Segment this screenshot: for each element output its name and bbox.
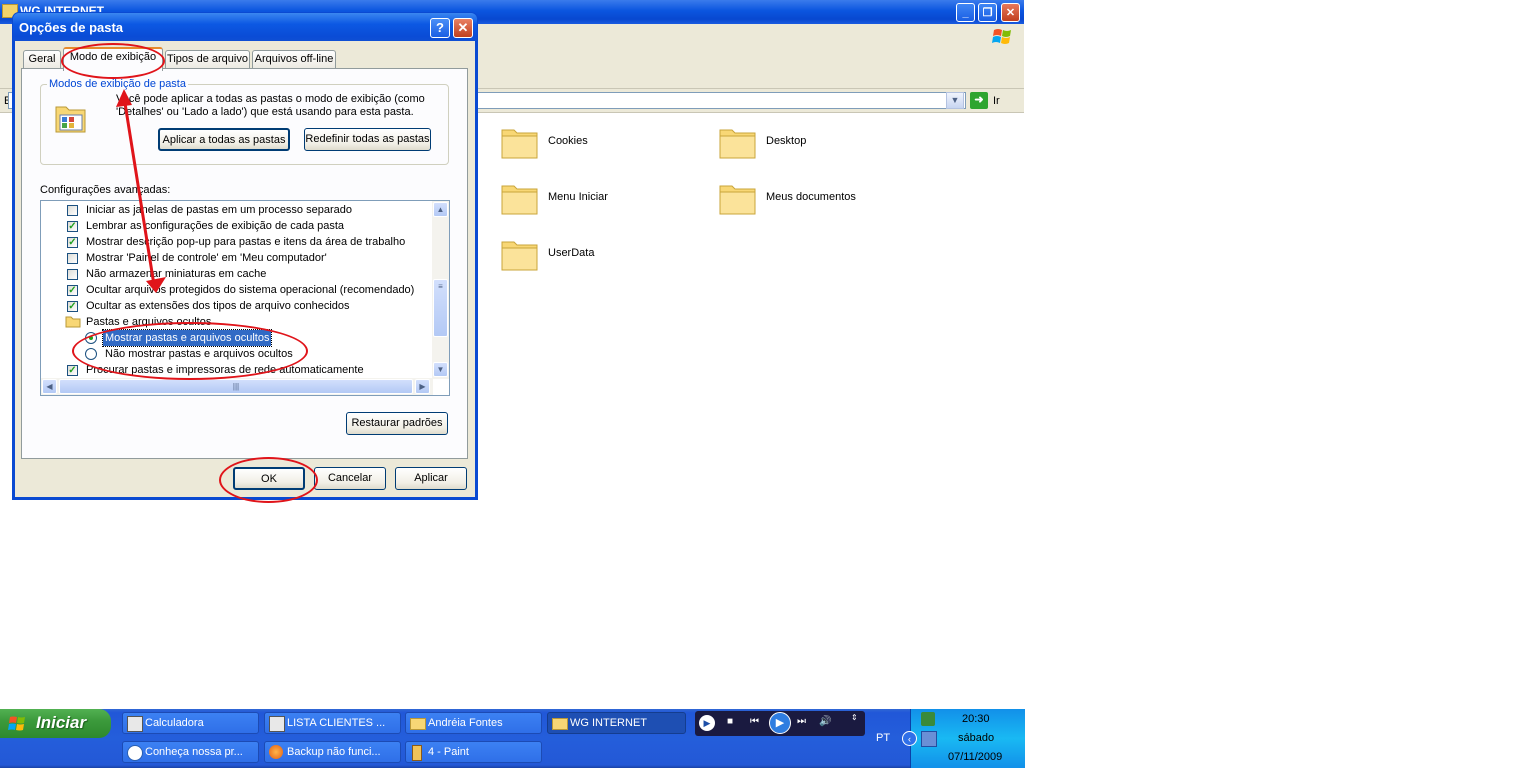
tab-tipos-arquivo[interactable]: Tipos de arquivo — [165, 50, 250, 68]
folder-label[interactable]: Cookies — [548, 135, 588, 147]
tab-arquivos-offline[interactable]: Arquivos off-line — [252, 50, 336, 68]
list-item-label: Ocultar as extensões dos tipos de arquiv… — [86, 300, 350, 312]
taskbar-button-label: WG INTERNET — [570, 717, 647, 729]
taskbar-button-lista[interactable]: LISTA CLIENTES ... — [264, 712, 401, 734]
clock-time[interactable]: 20:30 — [962, 713, 990, 725]
scroll-thumb[interactable]: ≡ — [433, 279, 448, 337]
annotation-arrow-icon — [116, 89, 166, 293]
media-logo-icon[interactable]: ▶ — [699, 715, 715, 731]
network-icon[interactable] — [921, 712, 935, 726]
checkbox-checked[interactable]: ✓ — [67, 221, 78, 232]
taskbar-button-label: Calculadora — [145, 717, 204, 729]
tab-geral[interactable]: Geral — [23, 50, 61, 68]
close-button[interactable]: ✕ — [1001, 3, 1020, 22]
chevron-left-icon[interactable]: ‹ — [902, 731, 917, 746]
folder-icon — [65, 316, 81, 333]
volume-icon[interactable]: 🔊 — [819, 716, 831, 727]
clock-date[interactable]: 07/11/2009 — [948, 751, 1002, 763]
checkbox-checked[interactable]: ✓ — [67, 237, 78, 248]
play-icon[interactable]: ▶ — [769, 712, 791, 734]
taskbar-button-paint[interactable]: 4 - Paint — [405, 741, 542, 763]
scroll-thumb[interactable]: ||| — [59, 379, 413, 394]
folder-icon[interactable] — [500, 124, 540, 159]
annotation-circle — [72, 322, 308, 380]
start-label: Iniciar — [36, 713, 87, 732]
dialog-title: Opções de pasta — [19, 20, 124, 35]
scroll-up-icon[interactable]: ▲ — [433, 202, 448, 217]
folder-label[interactable]: UserData — [548, 247, 594, 259]
taskbar-button-label: Andréia Fontes — [428, 717, 503, 729]
folder-icon[interactable] — [718, 180, 758, 215]
taskbar-button-backup[interactable]: Backup não funci... — [264, 741, 401, 763]
restore-player-icon[interactable]: ⇕ — [851, 713, 858, 722]
folder-icon — [552, 718, 568, 730]
restore-button[interactable]: ❐ — [978, 3, 997, 22]
stop-icon[interactable]: ■ — [727, 716, 733, 727]
go-button-label[interactable]: Ir — [993, 95, 1000, 107]
media-player-toolbar: ▶ ■ ⏮ ▶ ⏭ 🔊 ⇕ — [695, 711, 865, 736]
restore-defaults-button[interactable]: Restaurar padrões — [346, 412, 448, 435]
previous-icon[interactable]: ⏮ — [750, 716, 759, 727]
go-arrow-icon[interactable]: ➜ — [970, 92, 988, 109]
reset-all-folders-button[interactable]: Redefinir todas as pastas — [304, 128, 431, 151]
checkbox-unchecked[interactable] — [67, 269, 78, 280]
scroll-down-icon[interactable]: ▼ — [433, 362, 448, 377]
checkbox-checked[interactable]: ✓ — [67, 285, 78, 296]
start-button[interactable]: Iniciar — [0, 709, 111, 738]
taskbar-button-label: Backup não funci... — [287, 746, 381, 758]
annotation-circle — [219, 457, 318, 503]
checkbox-unchecked[interactable] — [67, 205, 78, 216]
taskbar-button-label: LISTA CLIENTES ... — [287, 717, 386, 729]
apply-button[interactable]: Aplicar — [395, 467, 467, 490]
computers-icon[interactable] — [921, 731, 937, 747]
calculator-icon — [127, 716, 143, 732]
folder-view-icon — [54, 103, 88, 135]
checkbox-checked[interactable]: ✓ — [67, 301, 78, 312]
language-indicator[interactable]: PT — [876, 732, 890, 744]
folder-label[interactable]: Meus documentos — [766, 191, 856, 203]
browser-icon — [127, 745, 143, 761]
clock-day[interactable]: sábado — [958, 732, 994, 744]
folder-icon[interactable] — [718, 124, 758, 159]
taskbar-button-andreia[interactable]: Andréia Fontes — [405, 712, 542, 734]
next-icon[interactable]: ⏭ — [797, 716, 806, 727]
scroll-right-icon[interactable]: ▶ — [415, 379, 430, 394]
vertical-scrollbar[interactable]: ▲ ≡ ▼ — [432, 201, 449, 379]
folder-icon[interactable] — [500, 236, 540, 271]
minimize-button[interactable]: _ — [956, 3, 975, 22]
firefox-icon — [269, 745, 283, 759]
windows-logo-icon — [8, 715, 28, 738]
taskbar-button-label: 4 - Paint — [428, 746, 469, 758]
checkbox-checked[interactable]: ✓ — [67, 365, 78, 376]
annotation-circle — [61, 43, 165, 79]
folder-label[interactable]: Menu Iniciar — [548, 191, 608, 203]
folder-icon — [410, 718, 426, 730]
taskbar-button-label: Conheça nossa pr... — [145, 746, 243, 758]
chevron-down-icon[interactable]: ▼ — [946, 92, 964, 109]
checkbox-unchecked[interactable] — [67, 253, 78, 264]
taskbar-button-conheca[interactable]: Conheça nossa pr... — [122, 741, 259, 763]
windows-logo-icon — [990, 26, 1016, 48]
paint-icon — [412, 745, 422, 761]
horizontal-scrollbar[interactable]: ◀ ||| ▶ — [41, 378, 433, 395]
calculator-icon — [269, 716, 285, 732]
taskbar-button-wg-internet[interactable]: WG INTERNET — [547, 712, 686, 734]
cancel-button[interactable]: Cancelar — [314, 467, 386, 490]
folder-icon[interactable] — [500, 180, 540, 215]
help-button[interactable]: ? — [430, 18, 450, 38]
folder-label[interactable]: Desktop — [766, 135, 806, 147]
taskbar-button-calculadora[interactable]: Calculadora — [122, 712, 259, 734]
close-button[interactable]: ✕ — [453, 18, 473, 38]
scroll-left-icon[interactable]: ◀ — [42, 379, 57, 394]
